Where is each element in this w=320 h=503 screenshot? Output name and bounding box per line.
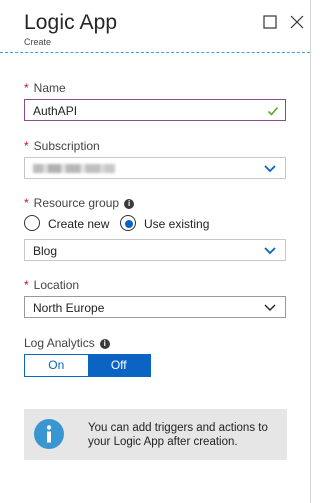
- redacted-subscription-value: [33, 164, 115, 173]
- radio-use-existing-label: Use existing: [144, 217, 210, 231]
- log-analytics-off-option[interactable]: Off: [87, 355, 150, 376]
- radio-circle: [24, 215, 40, 231]
- required-marker: *: [24, 196, 29, 210]
- resource-group-label-text: Resource group: [33, 196, 120, 210]
- blade-gutter: [311, 0, 320, 503]
- blade-subtitle: Create: [24, 37, 52, 47]
- location-label: * Location: [24, 278, 79, 292]
- blade-header: Logic App Create: [0, 0, 310, 52]
- header-divider: [0, 52, 310, 53]
- name-label: * Name: [24, 81, 66, 95]
- subscription-label-text: Subscription: [33, 139, 100, 153]
- resource-group-label: * Resource group i: [24, 196, 135, 210]
- required-marker: *: [24, 139, 29, 153]
- subscription-label: * Subscription: [24, 139, 100, 153]
- blade-title: Logic App: [24, 11, 118, 34]
- radio-circle: [120, 215, 136, 231]
- info-icon[interactable]: i: [124, 199, 135, 209]
- radio-create-new-label: Create new: [48, 217, 110, 231]
- chevron-down-icon: [264, 304, 276, 311]
- location-value: North Europe: [33, 301, 105, 315]
- radio-selected-dot: [125, 220, 133, 228]
- name-input[interactable]: AuthAPI: [24, 99, 286, 121]
- valid-check-icon: [267, 106, 279, 116]
- close-icon[interactable]: [289, 14, 305, 30]
- resource-group-value: Blog: [33, 244, 58, 258]
- info-notice: You can add triggers and actions to your…: [24, 409, 287, 460]
- chevron-down-icon: [264, 247, 276, 255]
- location-label-text: Location: [33, 278, 80, 292]
- required-marker: *: [24, 81, 29, 95]
- required-marker: *: [24, 278, 29, 292]
- create-logic-app-blade: Logic App Create * Name AuthAPI * Subscrip…: [0, 0, 311, 503]
- location-dropdown[interactable]: North Europe: [24, 296, 286, 318]
- name-label-text: Name: [33, 81, 66, 95]
- chevron-down-icon: [264, 165, 276, 173]
- info-icon: [34, 419, 64, 449]
- maximize-icon[interactable]: [262, 14, 278, 30]
- resource-group-dropdown[interactable]: Blog: [24, 239, 286, 261]
- log-analytics-toggle: On Off: [24, 354, 151, 377]
- log-analytics-label: Log Analytics i: [24, 336, 110, 350]
- notice-text: You can add triggers and actions to your…: [88, 422, 268, 448]
- log-analytics-label-text: Log Analytics: [24, 336, 95, 350]
- info-icon[interactable]: i: [99, 339, 110, 349]
- name-input-value: AuthAPI: [33, 104, 78, 118]
- subscription-dropdown[interactable]: [24, 157, 286, 179]
- log-analytics-on-option[interactable]: On: [25, 355, 88, 376]
